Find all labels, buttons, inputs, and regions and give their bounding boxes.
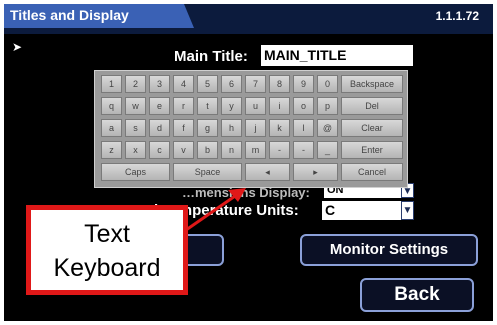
monitor-settings-button[interactable]: Monitor Settings xyxy=(300,234,478,266)
key-p[interactable]: p xyxy=(317,97,338,115)
text-keyboard-callout: Text Keyboard xyxy=(26,205,188,295)
key-b[interactable]: b xyxy=(197,141,218,159)
key-w[interactable]: w xyxy=(125,97,146,115)
key-at[interactable]: @ xyxy=(317,119,338,137)
key-l[interactable]: l xyxy=(293,119,314,137)
key-m[interactable]: m xyxy=(245,141,266,159)
text-keyboard: 1 2 3 4 5 6 7 8 9 0 Backspace q w e r t … xyxy=(94,70,408,188)
key-5[interactable]: 5 xyxy=(197,75,218,93)
mouse-cursor-icon: ➤ xyxy=(12,40,23,54)
key-f[interactable]: f xyxy=(173,119,194,137)
delete-key[interactable]: Del xyxy=(341,97,403,115)
key-underscore[interactable]: _ xyxy=(317,141,338,159)
key-n[interactable]: n xyxy=(221,141,242,159)
key-3[interactable]: 3 xyxy=(149,75,170,93)
key-9[interactable]: 9 xyxy=(293,75,314,93)
key-7[interactable]: 7 xyxy=(245,75,266,93)
key-z[interactable]: z xyxy=(101,141,122,159)
key-v[interactable]: v xyxy=(173,141,194,159)
key-d[interactable]: d xyxy=(149,119,170,137)
temperature-units-select[interactable]: C xyxy=(322,201,402,220)
page-title: Titles and Display xyxy=(10,7,129,23)
key-e[interactable]: e xyxy=(149,97,170,115)
cursor-left-key[interactable]: ◂ xyxy=(245,163,290,181)
key-a[interactable]: a xyxy=(101,119,122,137)
version-label: 1.1.1.72 xyxy=(435,9,479,23)
key-2[interactable]: 2 xyxy=(125,75,146,93)
key-g[interactable]: g xyxy=(197,119,218,137)
main-title-input[interactable]: MAIN_TITLE xyxy=(261,45,413,66)
key-q[interactable]: q xyxy=(101,97,122,115)
key-6[interactable]: 6 xyxy=(221,75,242,93)
key-s[interactable]: s xyxy=(125,119,146,137)
main-title-label: Main Title: xyxy=(174,48,248,65)
key-4[interactable]: 4 xyxy=(173,75,194,93)
key-y[interactable]: y xyxy=(221,97,242,115)
key-x[interactable]: x xyxy=(125,141,146,159)
key-1[interactable]: 1 xyxy=(101,75,122,93)
key-dash-1[interactable]: - xyxy=(269,141,290,159)
key-8[interactable]: 8 xyxy=(269,75,290,93)
key-i[interactable]: i xyxy=(269,97,290,115)
key-c[interactable]: c xyxy=(149,141,170,159)
enter-key[interactable]: Enter xyxy=(341,141,403,159)
callout-line-1: Text xyxy=(84,220,130,248)
key-h[interactable]: h xyxy=(221,119,242,137)
clear-key[interactable]: Clear xyxy=(341,119,403,137)
cancel-key[interactable]: Cancel xyxy=(341,163,403,181)
key-dash-2[interactable]: - xyxy=(293,141,314,159)
screenshot-frame: Titles and Display 1.1.1.72 ➤ Main Title… xyxy=(0,0,497,325)
backspace-key[interactable]: Backspace xyxy=(341,75,403,93)
key-r[interactable]: r xyxy=(173,97,194,115)
key-o[interactable]: o xyxy=(293,97,314,115)
space-key[interactable]: Space xyxy=(173,163,242,181)
back-button[interactable]: Back xyxy=(360,278,474,312)
caps-key[interactable]: Caps xyxy=(101,163,170,181)
cursor-right-key[interactable]: ▸ xyxy=(293,163,338,181)
temperature-units-dropdown-icon[interactable]: ▼ xyxy=(401,201,414,220)
key-u[interactable]: u xyxy=(245,97,266,115)
callout-line-2: Keyboard xyxy=(53,254,161,282)
key-t[interactable]: t xyxy=(197,97,218,115)
key-k[interactable]: k xyxy=(269,119,290,137)
key-j[interactable]: j xyxy=(245,119,266,137)
key-0[interactable]: 0 xyxy=(317,75,338,93)
